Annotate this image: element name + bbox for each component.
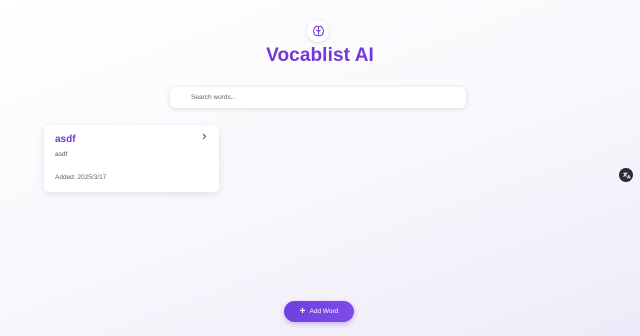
- plus-icon: +: [299, 305, 306, 317]
- app-title: Vocablist AI: [266, 45, 374, 66]
- chevron-right-icon[interactable]: [201, 132, 208, 142]
- add-word-label: Add Word: [309, 308, 339, 315]
- word-added-date: Added: 2025/3/17: [55, 174, 107, 181]
- add-word-button[interactable]: + Add Word: [284, 301, 354, 322]
- search-input[interactable]: [191, 94, 451, 101]
- word-card[interactable]: asdf asdf Added: 2025/3/17: [44, 125, 219, 192]
- logo-brain-icon: [307, 20, 329, 42]
- word-title: asdf: [55, 134, 76, 145]
- translate-icon[interactable]: [619, 168, 633, 182]
- word-definition: asdf: [55, 151, 68, 158]
- search-bar[interactable]: [170, 87, 466, 108]
